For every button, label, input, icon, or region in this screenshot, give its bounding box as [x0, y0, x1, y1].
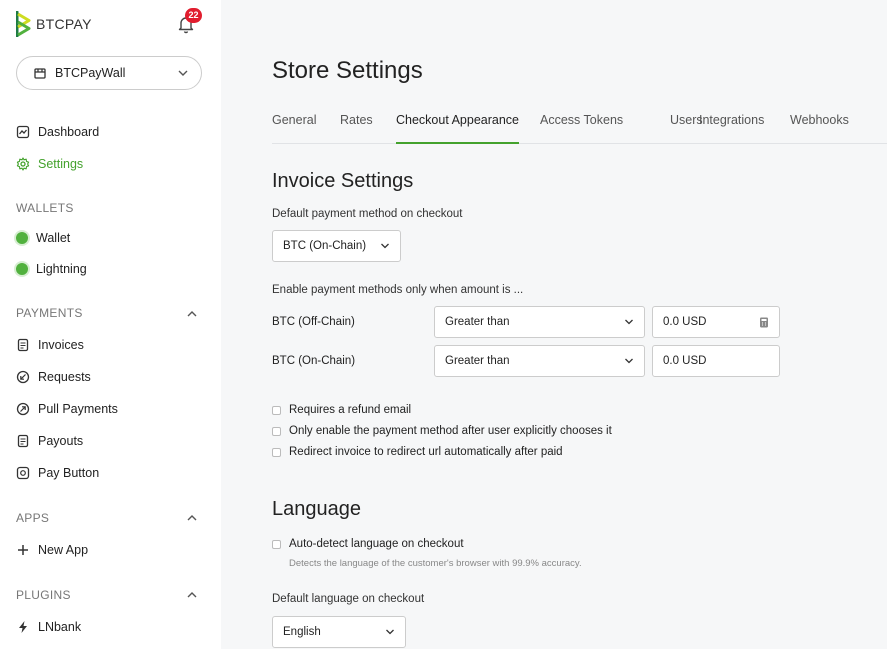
settings-tabs: General Rates Checkout Appearance Access… [272, 113, 887, 144]
autodetect-checkbox-row[interactable]: Auto-detect language on checkout [272, 538, 464, 550]
tab-users[interactable]: Users [670, 113, 703, 144]
nav-lightning-label: Lightning [36, 262, 87, 276]
pull-payment-icon [16, 402, 30, 416]
nav-new-app[interactable]: New App [16, 541, 88, 559]
btc-onchain-condition-value: Greater than [445, 355, 510, 367]
refund-email-checkbox-row[interactable]: Requires a refund email [272, 404, 411, 416]
default-payment-method-select[interactable]: BTC (On-Chain) [272, 230, 401, 262]
explicit-choose-label: Only enable the payment method after use… [289, 425, 612, 437]
btc-offchain-amount-input[interactable]: 0.0 USD [652, 306, 780, 338]
btcpay-logo-icon [16, 11, 31, 37]
wallet-status-dot [16, 232, 28, 244]
lightning-bolt-icon [19, 621, 27, 633]
payments-section-title: PAYMENTS [16, 306, 83, 320]
plus-icon [18, 545, 28, 555]
tab-rates[interactable]: Rates [340, 113, 373, 144]
redirect-checkbox[interactable] [272, 447, 281, 457]
explicit-choose-checkbox[interactable] [272, 426, 281, 436]
chevron-up-icon[interactable] [186, 512, 198, 524]
nav-new-app-label: New App [38, 543, 89, 557]
nav-invoices[interactable]: Invoices [16, 336, 84, 354]
default-language-select[interactable]: English [272, 616, 406, 648]
btc-onchain-condition-select[interactable]: Greater than [434, 345, 645, 377]
store-icon [34, 68, 46, 79]
default-method-label: Default payment method on checkout [272, 208, 463, 220]
tab-access-tokens[interactable]: Access Tokens [540, 113, 623, 144]
btc-offchain-amount-value: 0.0 USD [663, 316, 707, 328]
btcpay-logo[interactable]: BTCPAY [16, 11, 92, 37]
nav-requests[interactable]: Requests [16, 368, 91, 386]
btc-offchain-condition-value: Greater than [445, 316, 510, 328]
autodetect-label: Auto-detect language on checkout [289, 538, 464, 550]
nav-lightning[interactable]: Lightning [16, 260, 87, 278]
autodetect-checkbox[interactable] [272, 539, 281, 549]
nav-pull-payments[interactable]: Pull Payments [16, 400, 118, 418]
request-icon [16, 370, 30, 384]
chevron-down-icon [178, 70, 188, 76]
tab-webhooks[interactable]: Webhooks [790, 113, 849, 144]
nav-wallet-label: Wallet [36, 231, 71, 245]
nav-pay-button[interactable]: Pay Button [16, 464, 99, 482]
chevron-down-icon [625, 319, 633, 325]
lightning-status-dot [16, 263, 28, 275]
main-content: Store Settings General Rates Checkout Ap… [221, 0, 887, 649]
nav-lnbank[interactable]: LNbank [16, 618, 81, 636]
nav-pull-payments-label: Pull Payments [38, 402, 118, 416]
pay-button-icon [16, 466, 30, 480]
btc-onchain-amount-input[interactable]: 0.0 USD [652, 345, 780, 377]
chevron-down-icon [625, 358, 633, 364]
nav-lnbank-label: LNbank [38, 620, 82, 634]
page-title: Store Settings [272, 57, 423, 84]
nav-settings[interactable]: Settings [16, 155, 83, 173]
autodetect-help-text: Detects the language of the customer's b… [289, 558, 582, 569]
refund-email-checkbox[interactable] [272, 405, 281, 415]
payout-icon [17, 434, 29, 448]
btc-offchain-condition-select[interactable]: Greater than [434, 306, 645, 338]
invoice-icon [17, 338, 29, 352]
btc-onchain-label: BTC (On-Chain) [272, 355, 356, 367]
nav-requests-label: Requests [38, 370, 91, 384]
invoice-settings-heading: Invoice Settings [272, 170, 414, 192]
dashboard-icon [16, 125, 30, 139]
default-language-value: English [283, 626, 321, 638]
nav-payouts[interactable]: Payouts [16, 432, 83, 450]
nav-payouts-label: Payouts [38, 434, 84, 448]
chevron-up-icon[interactable] [186, 589, 198, 601]
nav-settings-label: Settings [38, 157, 84, 171]
btc-onchain-amount-value: 0.0 USD [663, 355, 707, 367]
tab-integrations[interactable]: Integrations [699, 113, 764, 144]
wallets-section-title: WALLETS [16, 201, 74, 215]
calculator-icon[interactable] [759, 317, 769, 328]
nav-pay-button-label: Pay Button [38, 466, 100, 480]
store-name: BTCPayWall [55, 66, 126, 80]
logo-text: BTCPAY [36, 16, 92, 32]
refund-email-label: Requires a refund email [289, 404, 412, 416]
redirect-label: Redirect invoice to redirect url automat… [289, 446, 563, 458]
language-heading: Language [272, 498, 361, 520]
redirect-checkbox-row[interactable]: Redirect invoice to redirect url automat… [272, 446, 563, 458]
notification-badge: 22 [185, 8, 202, 23]
sidebar: BTCPAY 22 BTCPayWall Dashboard Settings … [0, 0, 221, 649]
store-selector[interactable]: BTCPayWall [16, 56, 202, 90]
tab-general[interactable]: General [272, 113, 316, 144]
btc-offchain-label: BTC (Off-Chain) [272, 316, 355, 328]
chevron-up-icon[interactable] [186, 308, 198, 320]
nav-invoices-label: Invoices [38, 338, 84, 352]
nav-dashboard[interactable]: Dashboard [16, 123, 99, 141]
chevron-down-icon [386, 629, 394, 635]
nav-dashboard-label: Dashboard [38, 125, 100, 139]
default-payment-method-value: BTC (On-Chain) [283, 240, 367, 252]
tab-checkout-appearance[interactable]: Checkout Appearance [396, 113, 520, 144]
apps-section-title: APPS [16, 511, 50, 525]
plugins-section-title: PLUGINS [16, 588, 71, 602]
gear-icon [16, 157, 30, 171]
default-language-label: Default language on checkout [272, 593, 425, 605]
explicit-choose-checkbox-row[interactable]: Only enable the payment method after use… [272, 425, 612, 437]
chevron-down-icon [381, 243, 389, 249]
nav-wallet[interactable]: Wallet [16, 229, 70, 247]
enable-methods-label: Enable payment methods only when amount … [272, 284, 524, 296]
